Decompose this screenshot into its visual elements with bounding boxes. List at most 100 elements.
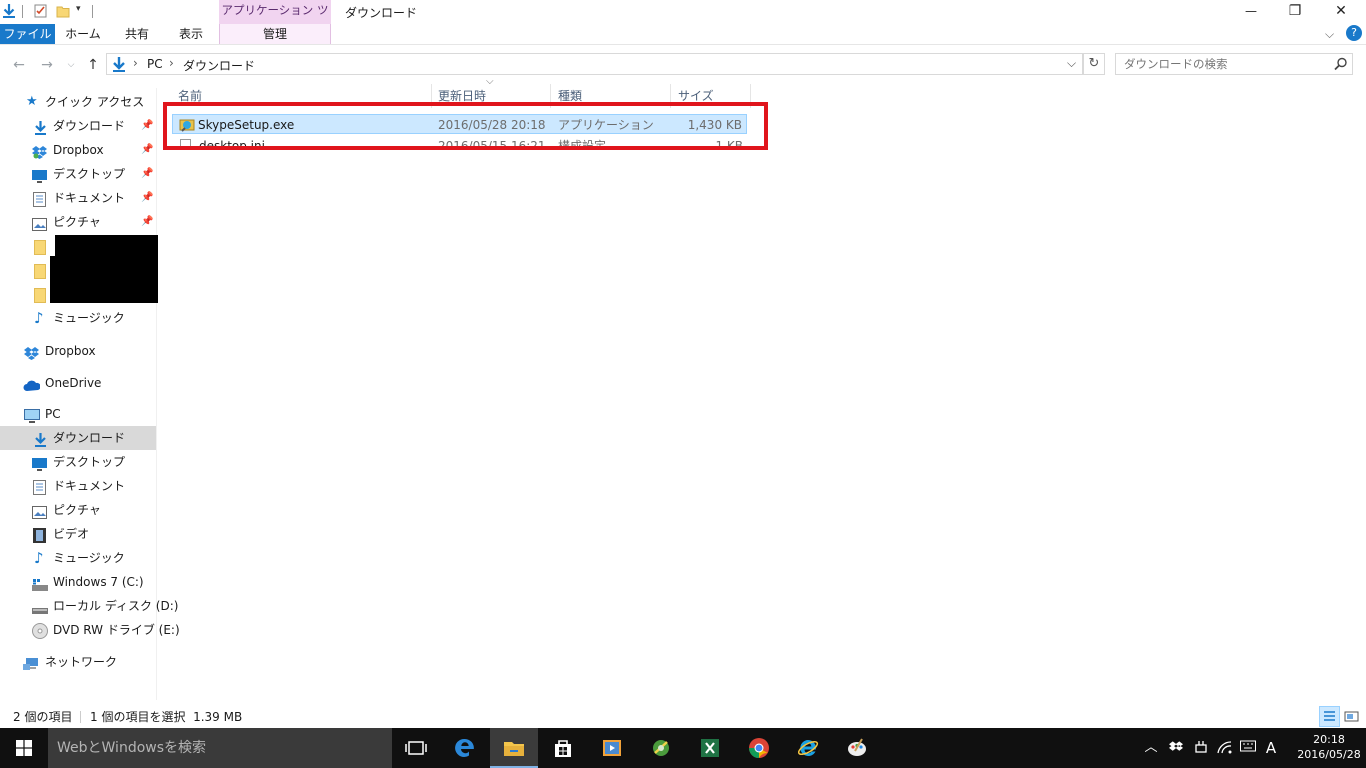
video-icon <box>33 527 48 543</box>
picture-icon <box>32 503 47 519</box>
taskbar-edge[interactable] <box>441 728 489 768</box>
taskbar-media-player[interactable] <box>588 728 636 768</box>
nav-quick-music[interactable]: ♪ ミュージック <box>0 306 156 330</box>
back-arrow-icon[interactable]: ← <box>10 56 28 74</box>
nav-pc-downloads[interactable]: ダウンロード <box>0 426 156 450</box>
nav-pc-videos[interactable]: ビデオ <box>0 522 156 546</box>
green-app-icon <box>653 740 669 756</box>
nav-pc-drive-c[interactable]: Windows 7 (C:) <box>0 570 156 594</box>
excel-icon <box>701 739 719 757</box>
refresh-button[interactable]: ↻ <box>1083 53 1105 75</box>
restore-button[interactable]: ❐ <box>1272 0 1318 24</box>
tab-home[interactable]: ホーム <box>58 24 108 44</box>
large-icons-view-icon[interactable] <box>1343 708 1360 725</box>
taskbar-paint[interactable] <box>833 728 881 768</box>
nav-quick-access[interactable]: ★ クイック アクセス <box>0 90 156 114</box>
computer-icon <box>24 407 40 423</box>
power-plug-icon[interactable] <box>1193 740 1209 756</box>
taskbar-clock[interactable]: 20:18 2016/05/28 <box>1296 732 1362 762</box>
wifi-icon[interactable] <box>1217 740 1233 756</box>
taskbar-file-explorer[interactable] <box>490 728 538 768</box>
ribbon-tab-strip: ファイル ホーム 共有 表示 ⌵ ? <box>0 24 1366 44</box>
search-icon[interactable] <box>1334 57 1348 74</box>
dropbox-tray-icon[interactable] <box>1168 740 1184 756</box>
windows-drive-icon <box>32 575 48 591</box>
download-arrow-icon[interactable] <box>2 4 16 18</box>
taskbar-store[interactable] <box>539 728 587 768</box>
details-view-icon[interactable] <box>1319 706 1340 727</box>
dvd-icon <box>32 623 48 639</box>
nav-quick-downloads[interactable]: ダウンロード 📌 <box>0 114 156 138</box>
clock-date: 2016/05/28 <box>1297 748 1361 761</box>
breadcrumb-separator[interactable]: › <box>133 56 138 70</box>
tab-share[interactable]: 共有 <box>112 24 162 44</box>
taskbar-chrome[interactable] <box>735 728 783 768</box>
nav-quick-pictures[interactable]: ピクチャ 📌 <box>0 210 156 234</box>
status-divider <box>80 711 81 723</box>
ime-mode-indicator[interactable]: A <box>1263 740 1279 756</box>
pin-icon: 📌 <box>141 120 154 131</box>
nav-pc-documents[interactable]: ドキュメント <box>0 474 156 498</box>
taskbar: WebとWindowsを検索 ︿ A 20:18 2016/05/28 <box>0 728 1366 768</box>
minimize-button[interactable]: — <box>1228 0 1274 24</box>
address-bar[interactable]: › PC › ダウンロード ⌵ <box>106 53 1083 75</box>
qat-customize-icon[interactable]: ▾ <box>76 4 81 14</box>
taskbar-search-input[interactable]: WebとWindowsを検索 <box>48 728 392 768</box>
ribbon-expand-icon[interactable]: ⌵ <box>1325 27 1334 42</box>
redacted-area <box>50 256 158 303</box>
internet-explorer-icon <box>797 740 819 756</box>
nav-pc-music[interactable]: ♪ ミュージック <box>0 546 156 570</box>
store-bag-icon <box>555 740 571 757</box>
nav-pc-drive-e[interactable]: DVD RW ドライブ (E:) <box>0 618 180 642</box>
nav-quick-desktop[interactable]: デスクトップ 📌 <box>0 162 156 186</box>
qat-separator <box>92 5 93 18</box>
start-button[interactable] <box>0 728 48 768</box>
tab-manage[interactable]: 管理 <box>219 24 331 44</box>
paint-palette-icon <box>848 738 866 756</box>
nav-quick-documents[interactable]: ドキュメント 📌 <box>0 186 156 210</box>
dropbox-icon <box>32 143 47 159</box>
folder-icon[interactable] <box>34 240 46 255</box>
help-icon[interactable]: ? <box>1346 25 1362 41</box>
recent-locations-icon[interactable]: ⌵ <box>62 56 80 74</box>
breadcrumb-separator[interactable]: › <box>169 56 174 70</box>
download-arrow-icon <box>33 119 48 135</box>
taskbar-green-app[interactable] <box>637 728 685 768</box>
clock-time: 20:18 <box>1313 733 1345 746</box>
breadcrumb-downloads[interactable]: ダウンロード <box>183 57 255 74</box>
keyboard-icon[interactable] <box>1240 740 1256 756</box>
nav-pc[interactable]: PC <box>0 402 156 426</box>
address-dropdown-icon[interactable]: ⌵ <box>1067 56 1076 71</box>
nav-quick-dropbox[interactable]: Dropbox 📌 <box>0 138 156 162</box>
properties-icon[interactable] <box>34 4 48 18</box>
windows-logo-icon <box>16 740 32 756</box>
taskbar-internet-explorer[interactable] <box>784 728 832 768</box>
document-icon <box>33 191 48 207</box>
nav-pc-drive-d[interactable]: ローカル ディスク (D:) <box>0 594 178 618</box>
onedrive-cloud-icon <box>23 376 41 391</box>
tab-view[interactable]: 表示 <box>166 24 216 44</box>
window-title: ダウンロード <box>345 6 418 20</box>
folder-icon[interactable] <box>34 264 46 279</box>
nav-pc-desktop[interactable]: デスクトップ <box>0 450 156 474</box>
search-box[interactable] <box>1115 53 1353 75</box>
nav-dropbox[interactable]: Dropbox <box>0 339 156 363</box>
nav-network[interactable]: ネットワーク <box>0 650 156 674</box>
up-arrow-icon[interactable]: ↑ <box>84 56 102 74</box>
tray-overflow-icon[interactable]: ︿ <box>1143 740 1159 756</box>
title-bar: ▾ アプリケーション ツール ダウンロード — ❐ ✕ <box>0 0 1366 37</box>
star-icon: ★ <box>26 94 38 109</box>
close-button[interactable]: ✕ <box>1318 0 1364 24</box>
pin-icon: 📌 <box>141 216 154 227</box>
taskbar-excel[interactable] <box>686 728 734 768</box>
forward-arrow-icon[interactable]: → <box>38 56 56 74</box>
search-input[interactable] <box>1124 54 1324 74</box>
new-folder-icon[interactable] <box>56 4 70 18</box>
breadcrumb-pc[interactable]: PC <box>147 57 163 71</box>
nav-onedrive[interactable]: OneDrive <box>0 371 156 395</box>
tab-file[interactable]: ファイル <box>0 24 55 44</box>
media-player-icon <box>603 740 621 756</box>
folder-icon[interactable] <box>34 288 46 303</box>
nav-pc-pictures[interactable]: ピクチャ <box>0 498 156 522</box>
task-view-button[interactable] <box>392 728 440 768</box>
